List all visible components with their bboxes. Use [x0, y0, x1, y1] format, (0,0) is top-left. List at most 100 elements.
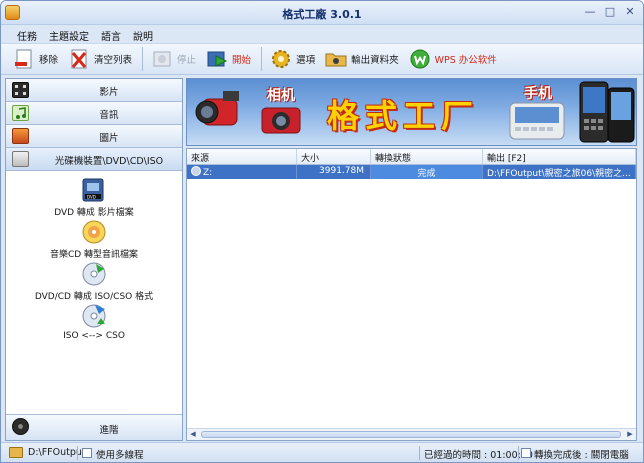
tool-label: ISO <--> CSO [63, 331, 125, 341]
menu-language[interactable]: 語言 [95, 25, 127, 43]
scroll-left-icon[interactable]: ◀ [187, 429, 199, 440]
tool-label: DVD 轉成 影片檔案 [54, 208, 134, 218]
category-dvd-cd-iso[interactable]: 光碟機裝置\DVD\CD\ISO [6, 148, 182, 171]
start-button[interactable]: 開始 [202, 45, 255, 73]
horizontal-scrollbar[interactable]: ◀ ▶ [187, 428, 636, 440]
toolbar-separator [142, 47, 144, 71]
promo-banner: 相机 格式工厂 手机 [186, 78, 637, 146]
status-text: 完成 [417, 169, 436, 179]
cd-audio-icon [81, 219, 107, 245]
status-separator [518, 446, 519, 460]
menu-theme[interactable]: 主題設定 [43, 25, 95, 43]
category-label: 進階 [99, 425, 119, 436]
window-title: 格式工廠 3.0.1 [282, 8, 362, 21]
column-size[interactable]: 大小 [297, 149, 371, 164]
category-video[interactable]: 影片 [6, 79, 182, 102]
after-done-label: 轉換完成後 : 關閉電腦 [534, 450, 629, 461]
tool-iso-cso[interactable]: ISO <--> CSO [6, 303, 182, 341]
clear-list-label: 清空列表 [94, 55, 133, 66]
toolbar-separator [261, 47, 263, 71]
options-label: 選項 [296, 55, 316, 66]
menu-task[interactable]: 任務 [11, 25, 43, 43]
phone-label: 手机 [524, 86, 552, 102]
stop-button[interactable]: 停止 [147, 45, 200, 73]
gear-icon [270, 48, 292, 70]
column-output[interactable]: 輸出 [F2] [483, 149, 636, 164]
multithread-checkbox[interactable] [82, 448, 92, 458]
scroll-right-icon[interactable]: ▶ [624, 429, 636, 440]
category-sidebar: 影片 音訊 圖片 光碟機裝置\DVD\CD\ISO DVD DVD 轉成 影片檔… [5, 78, 183, 441]
source-cell: Z: [187, 165, 297, 179]
folder-icon[interactable] [9, 447, 23, 458]
category-picture[interactable]: 圖片 [6, 125, 182, 148]
dvd-video-icon: DVD [81, 177, 107, 203]
after-done-checkbox[interactable] [521, 448, 531, 458]
output-folder-button[interactable]: 輸出資料夾 [321, 45, 403, 73]
wps-icon [409, 48, 431, 70]
start-icon [206, 48, 228, 70]
stop-label: 停止 [177, 55, 197, 66]
svg-text:DVD: DVD [87, 195, 96, 200]
minimize-button[interactable]: — [583, 5, 597, 19]
status-separator [419, 446, 420, 460]
stop-icon [151, 48, 173, 70]
tool-label: 音樂CD 轉型音訊檔案 [49, 250, 139, 260]
digital-camera-image [261, 105, 301, 135]
elapsed-time: 已經過的時間 : 01:00:30 [424, 450, 533, 461]
maximize-button[interactable]: □ [603, 5, 617, 19]
mobile-phone-image [607, 87, 635, 143]
category-audio[interactable]: 音訊 [6, 102, 182, 125]
picture-icon [12, 128, 29, 144]
clear-list-icon [68, 48, 90, 70]
category-advanced[interactable]: 進階 [6, 414, 182, 440]
remove-label: 移除 [39, 55, 59, 66]
scroll-thumb[interactable] [201, 431, 621, 438]
menu-help[interactable]: 說明 [127, 25, 159, 43]
clear-list-button[interactable]: 清空列表 [64, 45, 136, 73]
tool-disc-to-iso[interactable]: DVD/CD 轉成 ISO/CSO 格式 [6, 261, 182, 302]
output-cell: D:\FFOutput\親密之旅06\親密之... [483, 165, 636, 179]
source-value: Z: [203, 168, 213, 178]
toolbar: 移除 清空列表 停止 開始 選項 輸出資料夾 WPS 办公软件 [1, 43, 643, 75]
category-label: 音訊 [99, 110, 119, 121]
tool-dvd-to-video[interactable]: DVD DVD 轉成 影片檔案 [6, 177, 182, 218]
menu-bar: 任務 主題設定 語言 說明 [1, 25, 643, 43]
remove-icon [13, 48, 35, 70]
output-folder-label: 輸出資料夾 [351, 55, 399, 66]
film-reel-icon [12, 418, 29, 435]
smartphone-image [509, 101, 565, 141]
camcorder-image [193, 89, 245, 133]
music-note-icon [12, 105, 29, 121]
category-label: 影片 [99, 87, 119, 98]
disc-icon [191, 166, 201, 176]
wps-label: WPS 办公软件 [434, 55, 497, 66]
tool-cd-to-audio[interactable]: 音樂CD 轉型音訊檔案 [6, 219, 182, 260]
close-button[interactable]: ✕ [623, 5, 637, 19]
remove-button[interactable]: 移除 [9, 45, 62, 73]
options-button[interactable]: 選項 [266, 45, 319, 73]
tool-label: DVD/CD 轉成 ISO/CSO 格式 [34, 292, 154, 302]
film-icon [12, 82, 29, 98]
category-label: 光碟機裝置\DVD\CD\ISO [54, 156, 164, 167]
title-bar[interactable]: 格式工廠 3.0.1 — □ ✕ [1, 1, 643, 25]
wps-office-button[interactable]: WPS 办公软件 [405, 45, 501, 73]
status-progress: 完成 [371, 165, 483, 179]
status-bar: D:\FFOutput 使用多線程 已經過的時間 : 01:00:30 轉換完成… [1, 442, 643, 462]
app-window: 格式工廠 3.0.1 — □ ✕ 任務 主題設定 語言 說明 移除 清空列表 停… [0, 0, 644, 463]
tool-list: DVD DVD 轉成 影片檔案 音樂CD 轉型音訊檔案 DVD/CD 轉成 IS… [6, 171, 182, 419]
folder-icon [325, 48, 347, 70]
status-separator [77, 446, 78, 460]
multithread-label: 使用多線程 [96, 450, 144, 461]
banner-title: 格式工厂 [327, 97, 480, 135]
iso-cso-icon [81, 303, 107, 329]
table-row[interactable]: Z: 3991.78M 完成 D:\FFOutput\親密之旅06\親密之... [187, 165, 636, 179]
size-cell: 3991.78M [297, 165, 371, 179]
table-header: 來源 大小 轉換狀態 輸出 [F2] [187, 149, 636, 165]
column-source[interactable]: 來源 [187, 149, 297, 164]
camera-label: 相机 [267, 88, 295, 104]
disc-iso-icon [81, 261, 107, 287]
pda-phone-image [579, 81, 609, 143]
category-label: 圖片 [99, 133, 119, 144]
column-status[interactable]: 轉換狀態 [371, 149, 483, 164]
start-label: 開始 [232, 55, 252, 66]
